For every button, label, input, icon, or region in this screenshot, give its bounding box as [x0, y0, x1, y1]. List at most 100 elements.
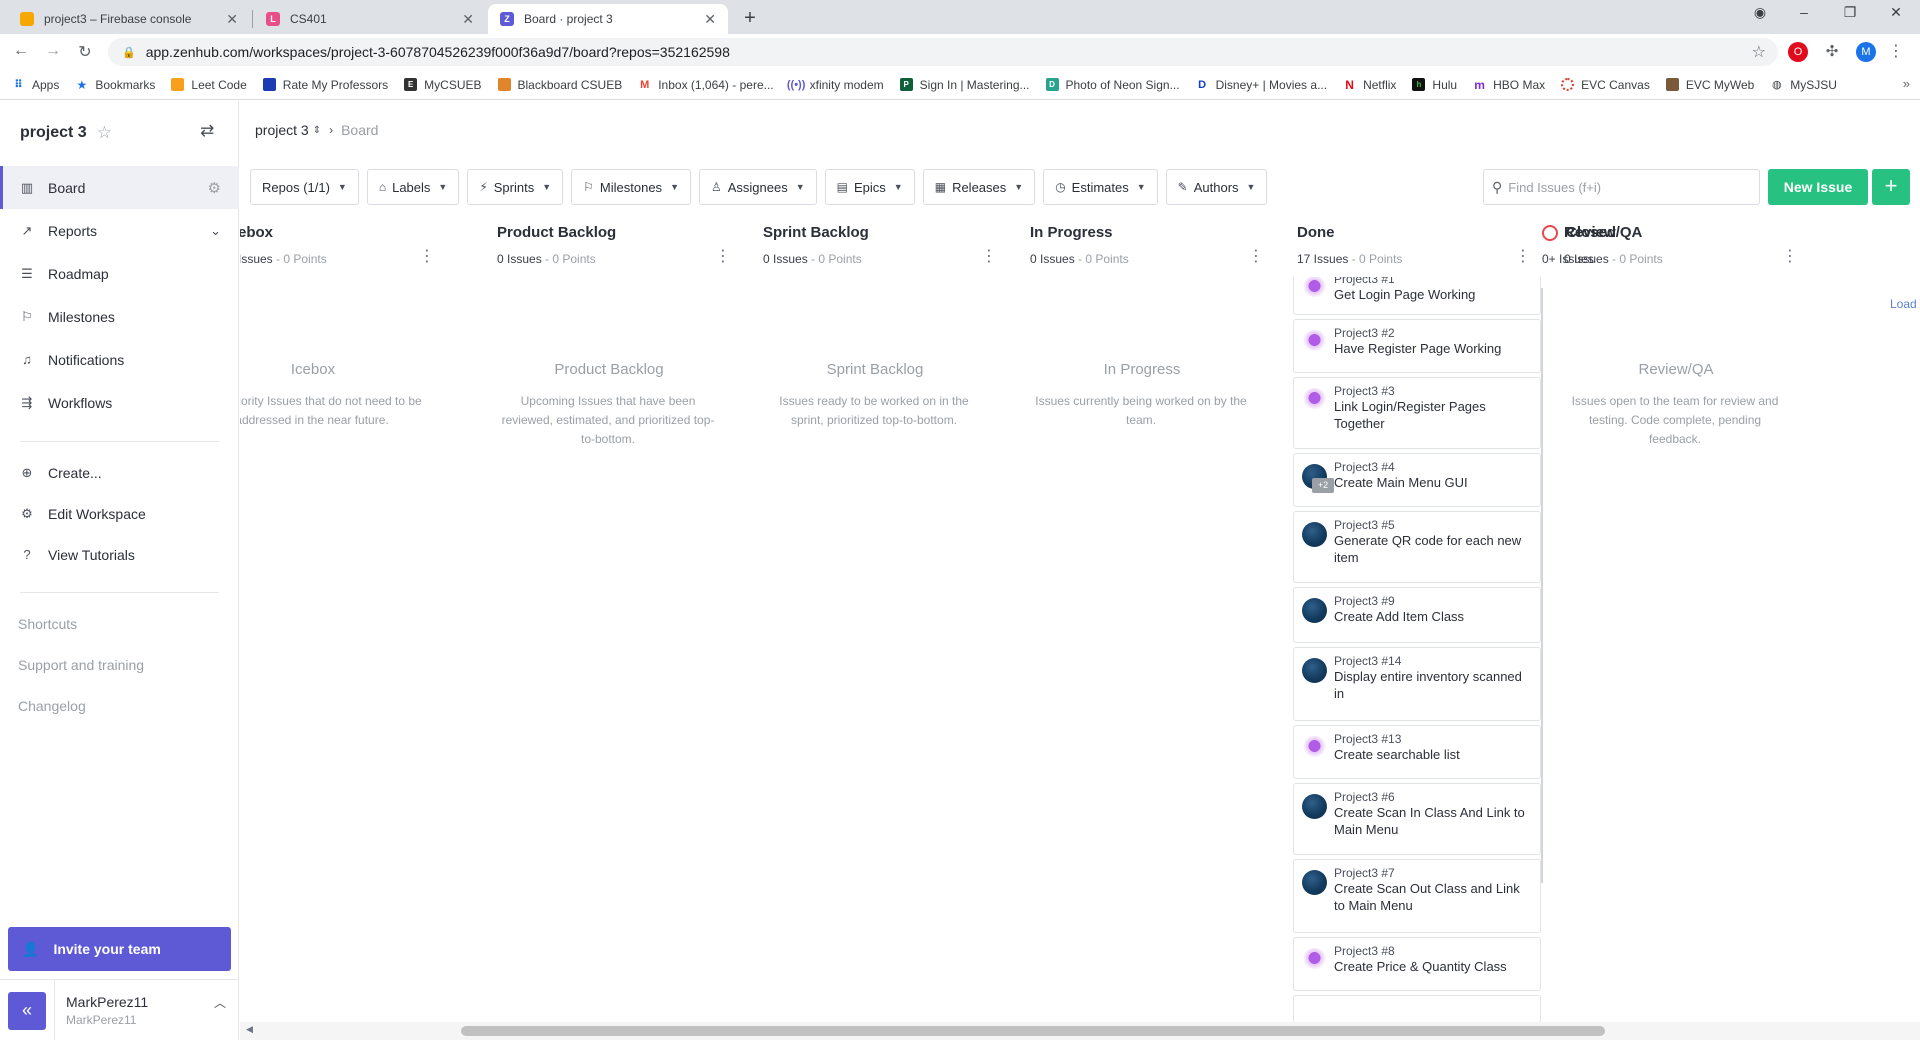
column-menu-icon[interactable]: ⋮	[1782, 249, 1798, 265]
collapse-sidebar-button[interactable]: «	[8, 992, 46, 1030]
sidebar-item-notifications[interactable]: ♫ Notifications	[0, 338, 239, 381]
url-text[interactable]: app.zenhub.com/workspaces/project-3-6078…	[146, 44, 730, 60]
column-menu-icon[interactable]: ⋮	[419, 249, 435, 265]
bookmark-item[interactable]: E MyCSUEB	[404, 78, 482, 92]
invite-team-button[interactable]: 👤 Invite your team	[8, 927, 231, 971]
sidebar-item-workflows[interactable]: ⇶ Workflows	[0, 381, 239, 424]
bookmark-item[interactable]: ◍ MySJSU	[1770, 78, 1837, 92]
sidebar-item-reports[interactable]: ↗ Reports ⌄	[0, 209, 239, 252]
column-menu-icon[interactable]: ⋮	[715, 249, 731, 265]
hulu-icon: h	[1412, 78, 1426, 91]
sidebar-item-view-tutorials[interactable]: ? View Tutorials	[0, 534, 239, 575]
close-icon[interactable]: ✕	[704, 11, 716, 28]
reload-icon[interactable]: ↻	[74, 42, 96, 62]
bookmark-item[interactable]: D Photo of Neon Sign...	[1045, 78, 1180, 92]
bookmark-item[interactable]: M Inbox (1,064) - pere...	[638, 78, 774, 92]
new-issue-button[interactable]: New Issue	[1768, 169, 1868, 205]
avatar	[1302, 330, 1327, 355]
filter-assignees[interactable]: ♙ Assignees ▼	[698, 169, 817, 205]
support-link[interactable]: Support and training	[0, 644, 239, 685]
issue-card[interactable]: Project3 #14 Display entire inventory sc…	[1293, 647, 1541, 721]
add-button[interactable]: +	[1872, 169, 1910, 205]
bookmark-item[interactable]: m HBO Max	[1473, 78, 1545, 92]
bookmark-item[interactable]: ((•)) xfinity modem	[787, 78, 884, 92]
load-closed-link[interactable]: Load	[1890, 297, 1917, 311]
filter-estimates[interactable]: ◷ Estimates ▼	[1043, 169, 1158, 205]
changelog-link[interactable]: Changelog	[0, 685, 239, 726]
bookmark-item[interactable]: h Hulu	[1412, 78, 1457, 92]
find-issues-search[interactable]: ⚲	[1483, 169, 1760, 205]
restore-button[interactable]: ❐	[1830, 4, 1870, 21]
issue-card[interactable]: Project3 #6 Create Scan In Class And Lin…	[1293, 783, 1541, 855]
profile-avatar[interactable]: M	[1856, 42, 1876, 62]
bookmark-item[interactable]: ★ Bookmarks	[75, 78, 155, 92]
tab-cs401[interactable]: L CS401 ✕	[254, 4, 486, 34]
tab-search-icon[interactable]: ◉	[1740, 4, 1780, 21]
filter-repos[interactable]: Repos (1/1) ▼	[250, 169, 359, 205]
bookmark-item[interactable]: Blackboard CSUEB	[497, 78, 622, 92]
filter-epics[interactable]: ▤ Epics ▼	[824, 169, 915, 205]
close-icon[interactable]: ✕	[226, 11, 238, 28]
sidebar-item-board[interactable]: ▥ Board ⚙	[0, 166, 239, 209]
scrollbar-thumb[interactable]	[461, 1026, 1605, 1036]
issue-card[interactable]: Project3 #3 Link Login/Register Pages To…	[1293, 377, 1541, 449]
pipeline-name: ebox	[240, 224, 274, 241]
shortcuts-link[interactable]: Shortcuts	[0, 603, 239, 644]
forward-icon[interactable]: →	[42, 42, 64, 60]
switch-workspace-icon[interactable]: ⇄	[200, 121, 214, 141]
chevron-up-icon[interactable]: ︿	[214, 994, 226, 1011]
column-menu-icon[interactable]: ⋮	[981, 249, 997, 265]
column-menu-icon[interactable]: ⋮	[1248, 249, 1264, 265]
issue-card[interactable]: Project3 #1 Get Login Page Working	[1293, 277, 1541, 315]
tab-firebase[interactable]: project3 – Firebase console ✕	[8, 4, 250, 34]
workspace-name[interactable]: project 3	[20, 124, 87, 142]
done-column-scrollbar[interactable]	[1541, 288, 1543, 883]
issue-card[interactable]: Project3 #9 Create Add Item Class	[1293, 587, 1541, 643]
filter-authors[interactable]: ✎ Authors ▼	[1165, 169, 1268, 205]
search-input[interactable]	[1508, 179, 1739, 195]
gear-icon[interactable]: ⚙	[208, 179, 221, 197]
issue-card[interactable]: Project3 #2 Have Register Page Working	[1293, 319, 1541, 373]
bookmark-item[interactable]: P Sign In | Mastering...	[899, 78, 1030, 92]
filter-releases[interactable]: ▦ Releases ▼	[922, 169, 1036, 205]
filter-milestones[interactable]: ⚐ Milestones ▼	[571, 169, 691, 205]
opera-extension-icon[interactable]: O	[1788, 42, 1808, 62]
minimize-button[interactable]: –	[1784, 4, 1824, 20]
sidebar-item-create[interactable]: ⊕ Create...	[0, 452, 239, 493]
address-bar[interactable]: 🔒 app.zenhub.com/workspaces/project-3-60…	[108, 38, 1778, 66]
sidebar-item-milestones[interactable]: ⚐ Milestones	[0, 295, 239, 338]
close-icon[interactable]: ✕	[462, 11, 474, 28]
up-down-icon[interactable]: ⇕	[313, 125, 321, 136]
issue-card[interactable]: Project3 #7 Create Scan Out Class and Li…	[1293, 859, 1541, 933]
new-tab-button[interactable]: +	[738, 6, 762, 30]
star-icon[interactable]: ☆	[97, 123, 112, 143]
issue-card[interactable]: Project3 #5 Generate QR code for each ne…	[1293, 511, 1541, 583]
bookmark-item[interactable]: N Netflix	[1343, 78, 1396, 92]
bookmarks-overflow-icon[interactable]: »	[1903, 76, 1910, 91]
column-menu-icon[interactable]: ⋮	[1515, 249, 1531, 265]
bookmark-item[interactable]: Leet Code	[171, 78, 247, 92]
bookmark-item[interactable]: EVC MyWeb	[1665, 78, 1754, 92]
filter-labels[interactable]: ⌂ Labels ▼	[366, 169, 460, 205]
extensions-puzzle-icon[interactable]: ✣	[1822, 42, 1842, 62]
issue-card[interactable]: Project3 #13 Create searchable list	[1293, 725, 1541, 779]
tab-board[interactable]: Z Board · project 3 ✕	[488, 4, 728, 34]
bookmark-item[interactable]: Rate My Professors	[262, 78, 388, 92]
bookmark-star-icon[interactable]: ☆	[1752, 42, 1766, 62]
bookmark-item[interactable]: D Disney+ | Movies a...	[1196, 78, 1327, 92]
issue-card[interactable]: Project3 #8 Create Price & Quantity Clas…	[1293, 937, 1541, 991]
sidebar-item-roadmap[interactable]: ☰ Roadmap	[0, 252, 239, 295]
back-icon[interactable]: ←	[10, 42, 32, 60]
issue-card[interactable]: +2 Project3 #4 Create Main Menu GUI	[1293, 453, 1541, 507]
scroll-left-arrow-icon[interactable]: ◀	[246, 1024, 253, 1035]
user-name[interactable]: MarkPerez11	[66, 994, 148, 1010]
sidebar-item-edit-workspace[interactable]: ⚙ Edit Workspace	[0, 493, 239, 534]
bookmark-item[interactable]: ⠿ Apps	[12, 78, 59, 92]
browser-menu-icon[interactable]: ⋮	[1886, 42, 1906, 62]
bookmark-item[interactable]: EVC Canvas	[1561, 78, 1650, 92]
chevron-down-icon[interactable]: ⌄	[210, 223, 221, 239]
window-close-button[interactable]: ✕	[1876, 4, 1916, 21]
horizontal-scrollbar[interactable]: ◀	[240, 1022, 1920, 1040]
breadcrumb-workspace[interactable]: project 3	[255, 122, 309, 138]
filter-sprints[interactable]: ⚡ Sprints ▼	[467, 169, 564, 205]
